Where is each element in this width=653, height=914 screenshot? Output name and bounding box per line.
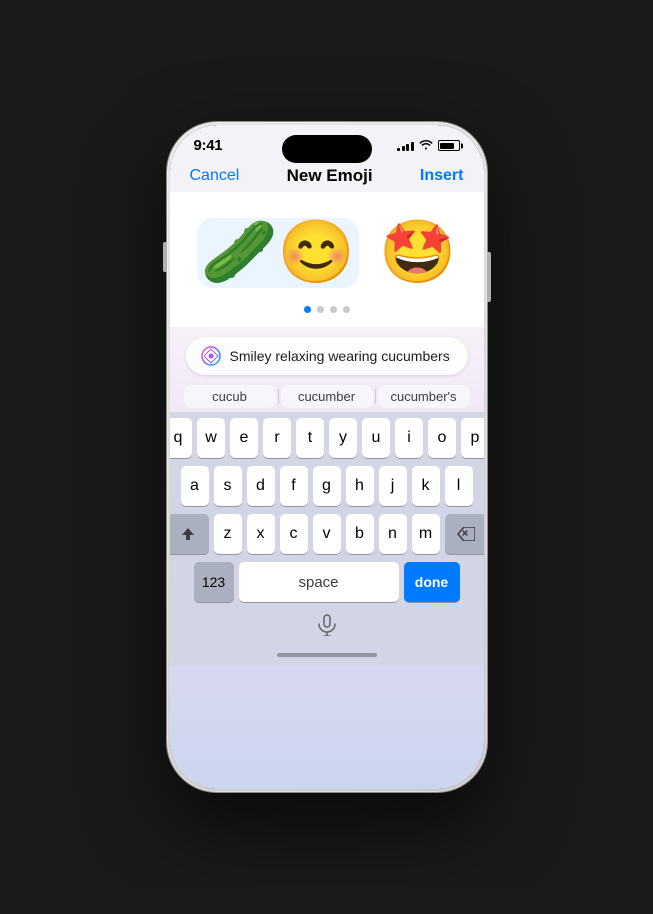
key-row-3: z x c v b n m xyxy=(174,514,480,554)
wifi-icon xyxy=(419,139,433,153)
nav-title: New Emoji xyxy=(287,166,373,186)
emoji-secondary[interactable]: 🤩 xyxy=(379,222,456,284)
emoji-primary[interactable]: 🥒😊 xyxy=(197,218,359,288)
autocomplete-sep-1 xyxy=(278,389,279,404)
key-k[interactable]: k xyxy=(412,466,440,506)
battery-fill xyxy=(440,143,454,149)
dynamic-island xyxy=(282,135,372,163)
emoji-row: 🥒😊 🤩 xyxy=(197,208,457,298)
key-e[interactable]: e xyxy=(230,418,258,458)
key-row-2: a s d f g h j k l xyxy=(174,466,480,506)
delete-icon xyxy=(457,527,475,541)
home-indicator-bar xyxy=(170,645,484,665)
key-f[interactable]: f xyxy=(280,466,308,506)
key-row-1: q w e r t y u i o p xyxy=(174,418,480,458)
signal-icon xyxy=(397,141,414,151)
shift-icon xyxy=(180,526,196,542)
insert-button[interactable]: Insert xyxy=(420,167,464,185)
done-key[interactable]: done xyxy=(404,562,460,602)
autocomplete-item-1[interactable]: cucub xyxy=(184,385,276,408)
keyboard: q w e r t y u i o p a s xyxy=(170,412,484,612)
ai-icon xyxy=(200,345,222,367)
autocomplete-item-3[interactable]: cucumber's xyxy=(378,385,470,408)
autocomplete-item-2[interactable]: cucumber xyxy=(281,385,373,408)
shift-key[interactable] xyxy=(170,514,209,554)
key-m[interactable]: m xyxy=(412,514,440,554)
phone-inner: 9:41 xyxy=(170,125,484,789)
key-g[interactable]: g xyxy=(313,466,341,506)
numbers-key[interactable]: 123 xyxy=(194,562,234,602)
space-key[interactable]: space xyxy=(239,562,399,602)
emoji-preview-area: 🥒😊 🤩 xyxy=(170,192,484,327)
key-u[interactable]: u xyxy=(362,418,390,458)
key-n[interactable]: n xyxy=(379,514,407,554)
bottom-row: 123 space done xyxy=(174,562,480,602)
mic-icon[interactable] xyxy=(317,614,337,641)
key-x[interactable]: x xyxy=(247,514,275,554)
dot-2 xyxy=(317,306,324,313)
key-p[interactable]: p xyxy=(461,418,484,458)
key-o[interactable]: o xyxy=(428,418,456,458)
status-time: 9:41 xyxy=(194,137,223,154)
key-y[interactable]: y xyxy=(329,418,357,458)
autocomplete-sep-2 xyxy=(375,389,376,404)
search-bar-container: Smiley relaxing wearing cucumbers xyxy=(170,327,484,381)
battery-icon xyxy=(438,140,460,151)
key-v[interactable]: v xyxy=(313,514,341,554)
home-indicator xyxy=(277,653,377,657)
key-t[interactable]: t xyxy=(296,418,324,458)
key-a[interactable]: a xyxy=(181,466,209,506)
key-z[interactable]: z xyxy=(214,514,242,554)
key-w[interactable]: w xyxy=(197,418,225,458)
key-r[interactable]: r xyxy=(263,418,291,458)
search-bar[interactable]: Smiley relaxing wearing cucumbers xyxy=(186,337,468,375)
dot-1 xyxy=(304,306,311,313)
phone-frame: 9:41 xyxy=(167,122,487,792)
nav-bar: Cancel New Emoji Insert xyxy=(170,158,484,192)
cancel-button[interactable]: Cancel xyxy=(190,167,240,185)
key-i[interactable]: i xyxy=(395,418,423,458)
search-input-text[interactable]: Smiley relaxing wearing cucumbers xyxy=(230,348,454,364)
key-l[interactable]: l xyxy=(445,466,473,506)
delete-key[interactable] xyxy=(445,514,484,554)
key-h[interactable]: h xyxy=(346,466,374,506)
key-j[interactable]: j xyxy=(379,466,407,506)
mic-row xyxy=(170,612,484,645)
dot-3 xyxy=(330,306,337,313)
autocomplete-bar: cucub cucumber cucumber's xyxy=(170,381,484,412)
screen: 9:41 xyxy=(170,125,484,789)
key-s[interactable]: s xyxy=(214,466,242,506)
key-c[interactable]: c xyxy=(280,514,308,554)
dot-4 xyxy=(343,306,350,313)
key-q[interactable]: q xyxy=(170,418,193,458)
key-d[interactable]: d xyxy=(247,466,275,506)
key-b[interactable]: b xyxy=(346,514,374,554)
page-dots xyxy=(304,306,350,313)
gradient-area: Smiley relaxing wearing cucumbers cucub … xyxy=(170,327,484,789)
status-icons xyxy=(397,139,460,153)
